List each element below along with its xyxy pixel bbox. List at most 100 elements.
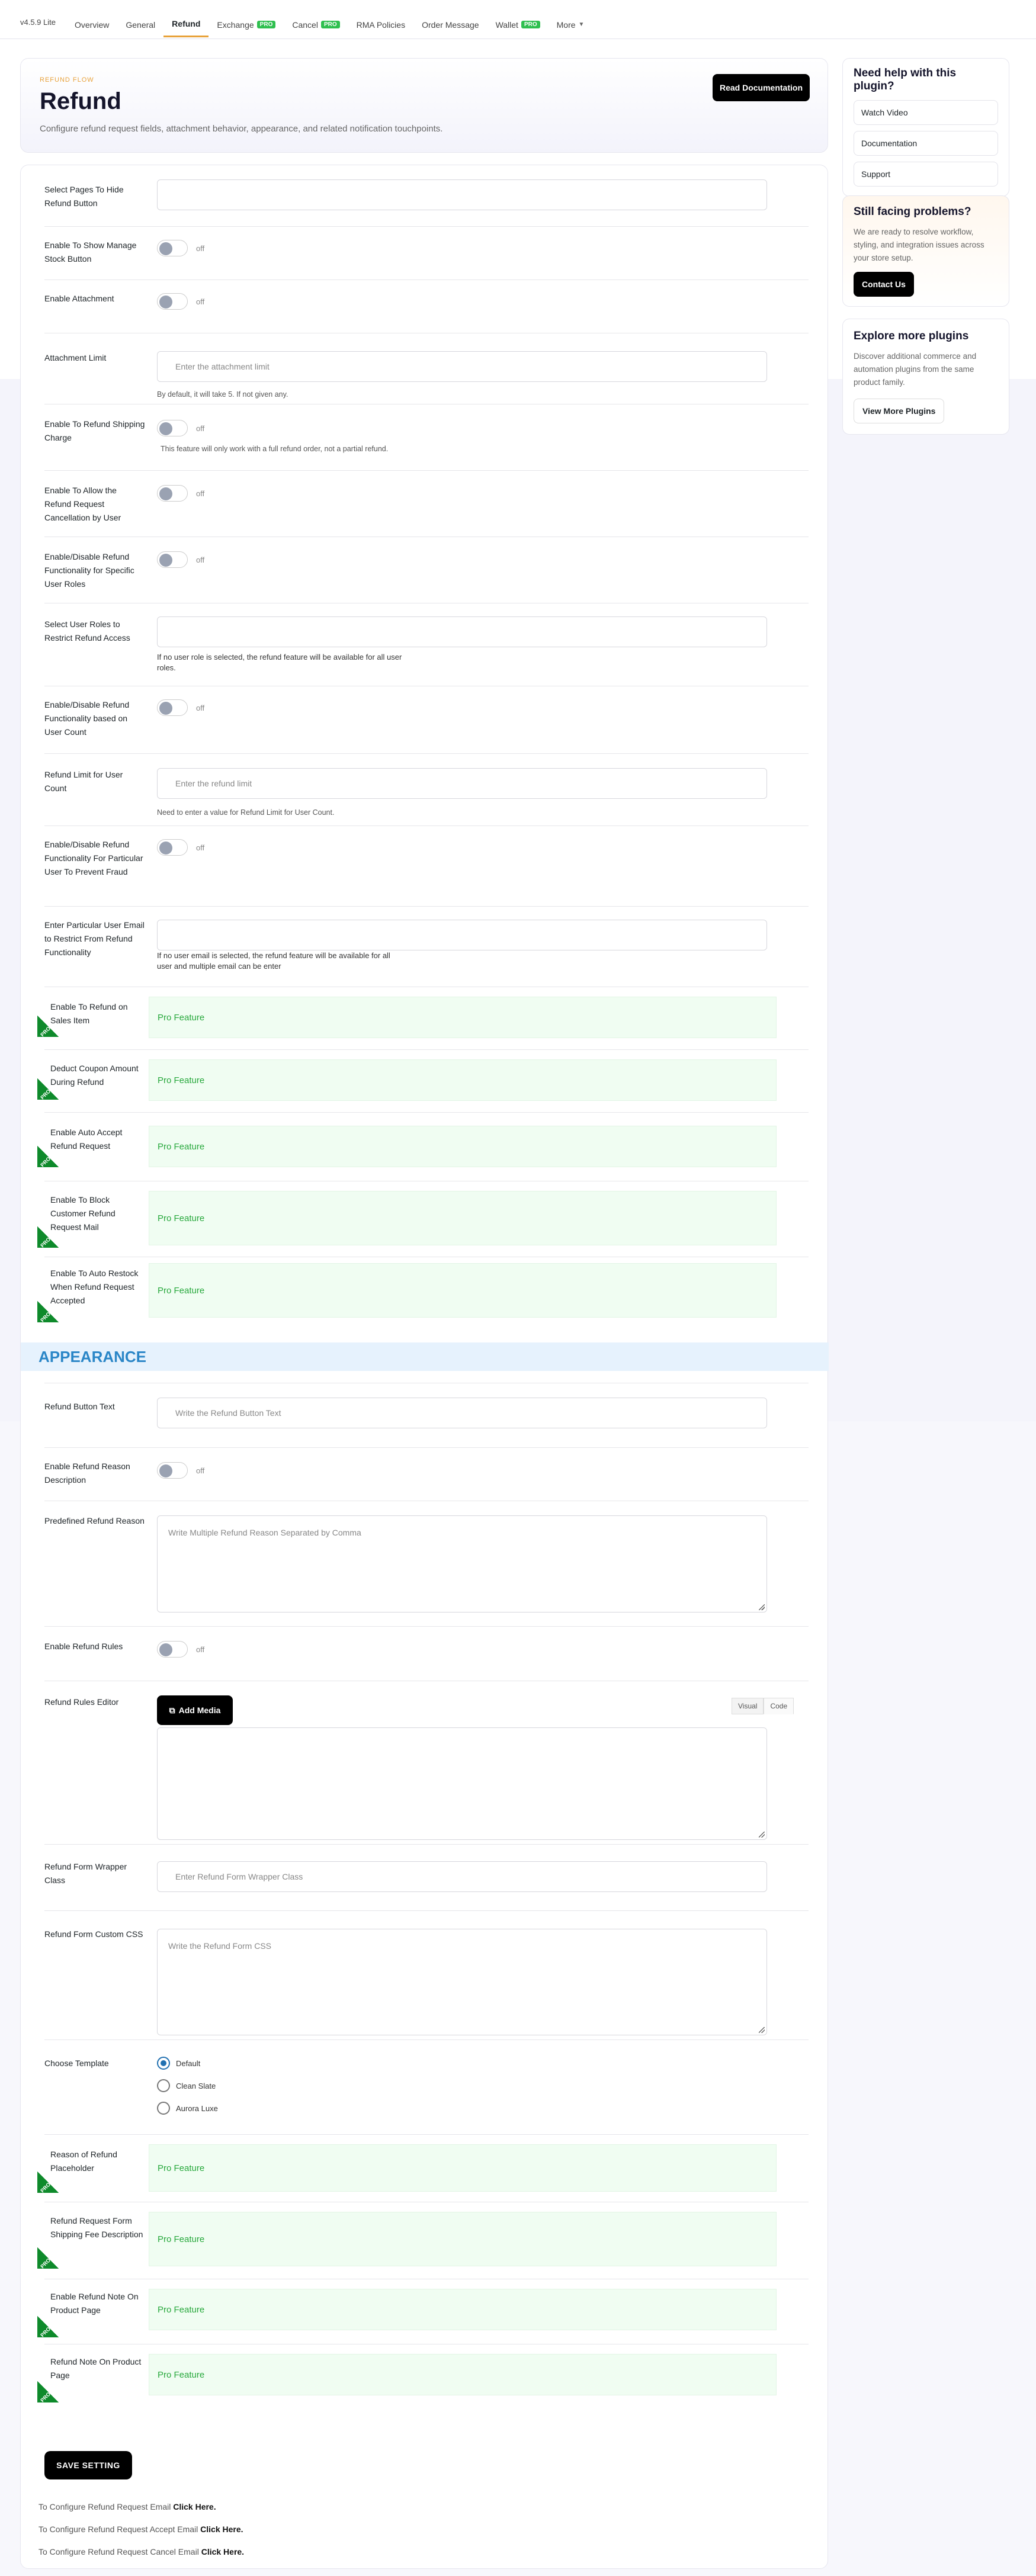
setting-label: Reason of Refund Placeholder — [50, 2150, 117, 2173]
setting-label: Enable To Block Customer Refund Request … — [50, 1195, 116, 1232]
specific-roles-toggle[interactable] — [157, 551, 188, 568]
tab-wallet[interactable]: Wallet PRO — [487, 11, 549, 37]
editor-mode-tabs: Visual Code — [732, 1698, 794, 1714]
tab-exchange[interactable]: Exchange PRO — [209, 11, 284, 37]
help-text: This feature will only work with a full … — [161, 445, 389, 453]
setting-row-manage-stock: Enable To Show Manage Stock Button off — [44, 227, 809, 280]
click-here-link[interactable]: Click Here. — [200, 2524, 243, 2534]
setting-row-specific-roles: Enable/Disable Refund Functionality for … — [44, 537, 809, 603]
radio-label: Clean Slate — [176, 2081, 216, 2090]
setting-row-pro-note-page: Refund Note On Product Page PRO Pro Feat… — [37, 2344, 809, 2410]
setting-label: Refund Request Form Shipping Fee Descrip… — [50, 2216, 143, 2239]
setting-label: Refund Limit for User Count — [44, 770, 123, 793]
view-more-plugins-button[interactable]: View More Plugins — [854, 399, 945, 423]
radio-label: Aurora Luxe — [176, 2103, 218, 2113]
tab-label: Refund — [172, 19, 201, 28]
setting-label: Enable Refund Note On Product Page — [50, 2292, 139, 2315]
tab-more[interactable]: More ▼ — [549, 11, 593, 37]
template-option-clean-slate[interactable]: Clean Slate — [157, 2079, 216, 2092]
tab-rma-policies[interactable]: RMA Policies — [348, 11, 413, 37]
fraud-toggle[interactable] — [157, 839, 188, 856]
documentation-link[interactable]: Documentation — [854, 131, 998, 156]
restrict-email-select[interactable] — [157, 920, 767, 950]
toggle-state: off — [196, 1645, 205, 1654]
tab-refund[interactable]: Refund — [163, 11, 209, 37]
tab-label: Order Message — [422, 20, 479, 30]
button-text-input[interactable]: Write the Refund Button Text — [157, 1398, 767, 1428]
setting-row-cancel-by-user: Enable To Allow the Refund Request Cance… — [44, 471, 809, 537]
top-nav: v4.5.9 Lite Overview General Refund Exch… — [0, 0, 1036, 39]
predefined-reason-textarea[interactable]: Write Multiple Refund Reason Separated b… — [157, 1515, 767, 1613]
toggle-knob — [159, 295, 172, 309]
support-link[interactable]: Support — [854, 162, 998, 187]
tab-code[interactable]: Code — [764, 1698, 794, 1714]
pro-ribbon-label: PRO — [39, 2181, 52, 2194]
page-eyebrow: REFUND FLOW — [40, 76, 94, 83]
setting-label: Deduct Coupon Amount During Refund — [50, 1064, 139, 1087]
pro-ribbon: PRO — [37, 2381, 59, 2404]
pro-ribbon-label: PRO — [39, 2391, 52, 2404]
setting-label: Enable Auto Accept Refund Request — [50, 1128, 123, 1151]
reason-desc-toggle[interactable] — [157, 1462, 188, 1479]
watch-video-link[interactable]: Watch Video — [854, 100, 998, 125]
template-option-aurora-luxe[interactable]: Aurora Luxe — [157, 2102, 218, 2115]
setting-row-restrict-roles: Select User Roles to Restrict Refund Acc… — [44, 603, 809, 686]
help-text: By default, it will take 5. If not given… — [157, 390, 288, 399]
resize-grip-icon[interactable] — [759, 1604, 765, 1610]
toggle-state: off — [196, 424, 205, 433]
tab-cancel[interactable]: Cancel PRO — [284, 11, 348, 37]
resize-grip-icon[interactable] — [759, 2027, 765, 2033]
setting-row-rules-editor: Refund Rules Editor ⧉ Add Media Visual Co… — [44, 1681, 809, 1845]
toggle-knob — [159, 1464, 172, 1477]
attachment-limit-input[interactable]: Enter the attachment limit — [157, 351, 767, 382]
setting-label: Select User Roles to Restrict Refund Acc… — [44, 619, 130, 643]
setting-row-wrapper-class: Refund Form Wrapper Class Enter Refund F… — [44, 1845, 809, 1911]
setting-label: Choose Template — [44, 2058, 109, 2068]
hide-pages-select[interactable] — [157, 179, 767, 210]
add-media-label: Add Media — [178, 1705, 221, 1715]
tab-visual[interactable]: Visual — [732, 1698, 764, 1714]
appearance-section-heading: APPEARANCE — [21, 1342, 829, 1371]
footer-link-accept-email: To Configure Refund Request Accept Email… — [39, 2524, 243, 2534]
resize-grip-icon[interactable] — [759, 1832, 765, 1838]
setting-label: Select Pages To Hide Refund Button — [44, 185, 124, 208]
toggle-knob — [159, 554, 172, 567]
rules-toggle[interactable] — [157, 1641, 188, 1658]
custom-css-textarea[interactable]: Write the Refund Form CSS — [157, 1929, 767, 2035]
click-here-link[interactable]: Click Here. — [201, 2547, 244, 2556]
settings-panel: Select Pages To Hide Refund Button Enabl… — [20, 165, 829, 2569]
tab-label: Exchange — [217, 20, 254, 30]
save-setting-button[interactable]: SAVE SETTING — [44, 2451, 132, 2479]
user-count-toggle[interactable] — [157, 699, 188, 716]
wrapper-class-input[interactable]: Enter Refund Form Wrapper Class — [157, 1861, 767, 1892]
radio-icon — [157, 2079, 170, 2092]
textarea-placeholder: Write Multiple Refund Reason Separated b… — [168, 1528, 361, 1537]
pro-feature-box: Pro Feature — [149, 1126, 777, 1167]
setting-label: Enter Particular User Email to Restrict … — [44, 920, 145, 957]
tab-overview[interactable]: Overview — [66, 11, 117, 37]
template-option-default[interactable]: Default — [157, 2057, 200, 2070]
setting-label: Predefined Refund Reason — [44, 1516, 145, 1525]
restrict-roles-select[interactable] — [157, 616, 767, 647]
pro-feature-box: Pro Feature — [149, 1191, 777, 1245]
setting-label: Enable Attachment — [44, 294, 114, 303]
tab-order-message[interactable]: Order Message — [413, 11, 487, 37]
manage-stock-toggle[interactable] — [157, 240, 188, 256]
setting-label: Attachment Limit — [44, 353, 107, 362]
shipping-toggle[interactable] — [157, 420, 188, 436]
problems-card: Still facing problems? We are ready to r… — [842, 195, 1009, 307]
cancel-by-user-toggle[interactable] — [157, 485, 188, 502]
add-media-button[interactable]: ⧉ Add Media — [157, 1695, 233, 1725]
contact-us-button[interactable]: Contact Us — [854, 272, 914, 297]
tab-label: Wallet — [495, 20, 518, 30]
tab-general[interactable]: General — [117, 11, 163, 37]
user-limit-input[interactable]: Enter the refund limit — [157, 768, 767, 799]
tab-label: General — [126, 20, 156, 30]
click-here-link[interactable]: Click Here. — [173, 2502, 216, 2511]
attachment-toggle[interactable] — [157, 293, 188, 310]
setting-label: Enable Refund Reason Description — [44, 1462, 130, 1485]
rules-editor-textarea[interactable] — [157, 1727, 767, 1840]
read-documentation-button[interactable]: Read Documentation — [713, 74, 810, 101]
pro-ribbon-label: PRO — [39, 1311, 52, 1324]
pro-ribbon: PRO — [37, 1226, 59, 1248]
